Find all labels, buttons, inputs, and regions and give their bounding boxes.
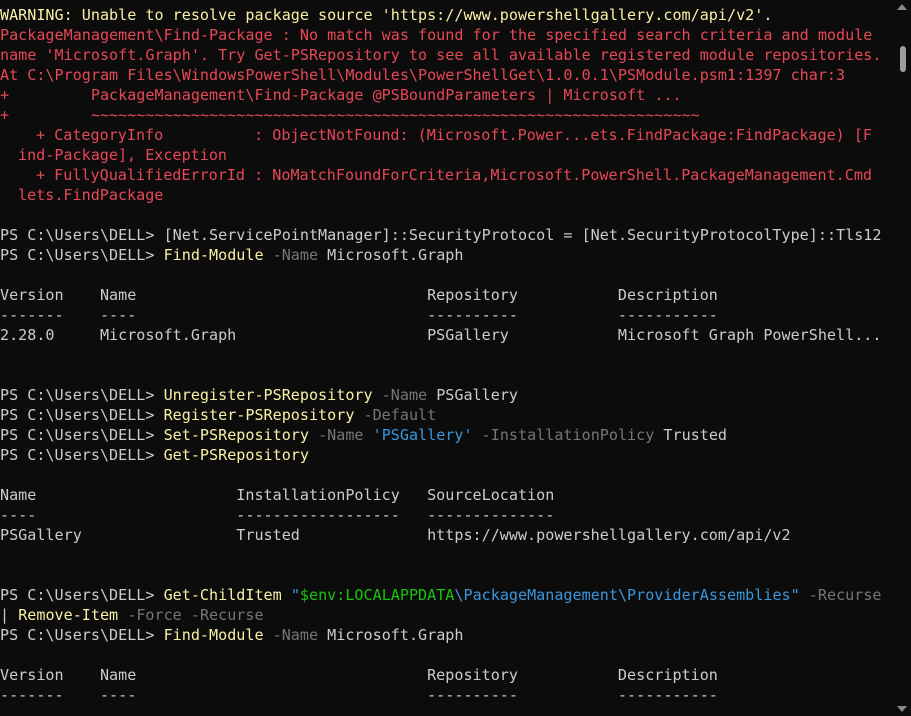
command-line: PS C:\Users\DELL> [Net.ServicePointManag… (0, 225, 895, 245)
command-line: PS C:\Users\DELL> Find-Module -Name Micr… (0, 625, 895, 645)
parameter: -Name (308, 426, 364, 444)
error-line: PackageManagement\Find-Package : No matc… (0, 26, 873, 44)
cmdlet: Get-PSRepository (163, 446, 309, 464)
table-separator: ------- ---- ---------- ----------- (0, 306, 718, 324)
cmdlet: Get-ChildItem (163, 586, 282, 604)
error-category-info: + CategoryInfo : ObjectNotFound: (Micros… (0, 125, 895, 145)
error-category-info-cont: ind-Package], Exception (18, 146, 228, 164)
error-line: At C:\Program Files\WindowsPowerShell\Mo… (0, 66, 846, 84)
command-continuation: | Remove-Item -Force -Recurse (0, 605, 895, 625)
parameter: -Name (372, 386, 428, 404)
cmdlet: Unregister-PSRepository (163, 386, 373, 404)
command-line: PS C:\Users\DELL> Get-PSRepository (0, 445, 895, 465)
command-line: PS C:\Users\DELL> Register-PSRepository … (0, 405, 895, 425)
category-info-text: + CategoryInfo : ObjectNotFound: (Micros… (36, 126, 873, 144)
command-line: PS C:\Users\DELL> Get-ChildItem "$env:LO… (0, 585, 895, 605)
parameter: -Default (354, 406, 437, 424)
warning-line: WARNING: Unable to resolve package sourc… (0, 6, 773, 24)
table-row: PSGallery Trusted https://www.powershell… (0, 526, 791, 544)
prompt: PS C:\Users\DELL> (0, 226, 164, 244)
powershell-terminal-output[interactable]: WARNING: Unable to resolve package sourc… (0, 0, 895, 716)
table-separator: ---- ------------------ -------------- (0, 506, 555, 524)
error-line: + PackageManagement\Find-Package @PSBoun… (0, 86, 682, 104)
parameter: -Name (263, 246, 319, 264)
command-line: PS C:\Users\DELL> Set-PSRepository -Name… (0, 425, 895, 445)
prompt: PS C:\Users\DELL> (0, 426, 164, 444)
command-text: [Net.ServicePointManager]::SecurityProto… (163, 226, 882, 244)
cmdlet: Find-Module (163, 246, 264, 264)
string-quote: " (290, 586, 300, 604)
parameter: -Recurse (181, 606, 264, 624)
error-line: + ~~~~~~~~~~~~~~~~~~~~~~~~~~~~~~~~~~~~~~… (0, 106, 700, 124)
cmdlet: Set-PSRepository (163, 426, 309, 444)
cmdlet: Find-Module (163, 626, 264, 644)
parameter: -Force (118, 606, 182, 624)
table-header: Name InstallationPolicy SourceLocation (0, 486, 555, 504)
prompt: PS C:\Users\DELL> (0, 586, 164, 604)
table-separator: ------- ---- ---------- ----------- (0, 686, 718, 704)
pipe-operator: | (0, 606, 19, 624)
table-header: Version Name Repository Description (0, 666, 718, 684)
scrollbar-thumb[interactable] (900, 46, 906, 72)
prompt: PS C:\Users\DELL> (0, 626, 164, 644)
argument: PSGallery (427, 386, 518, 404)
scroll-down-arrow-icon[interactable] (897, 706, 907, 712)
argument: Trusted (654, 426, 728, 444)
variable: $env:LOCALAPPDATA (299, 586, 455, 604)
prompt: PS C:\Users\DELL> (0, 406, 164, 424)
string-quote: " (790, 586, 800, 604)
fq-error-text: + FullyQualifiedErrorId : NoMatchFoundFo… (36, 166, 873, 184)
argument: Microsoft.Graph (318, 626, 464, 644)
prompt: PS C:\Users\DELL> (0, 446, 164, 464)
cmdlet: Remove-Item (18, 606, 119, 624)
argument: Microsoft.Graph (318, 246, 464, 264)
table-row: 2.28.0 Microsoft.Graph PSGallery Microso… (0, 326, 882, 344)
scroll-up-arrow-icon[interactable] (897, 4, 907, 10)
prompt: PS C:\Users\DELL> (0, 246, 164, 264)
string-path: \PackageManagement\ProviderAssemblies (454, 586, 791, 604)
string-argument: 'PSGallery' (363, 426, 473, 444)
error-fq-id-cont: lets.FindPackage (18, 186, 164, 204)
cmdlet: Register-PSRepository (163, 406, 355, 424)
error-line: name 'Microsoft.Graph'. Try Get-PSReposi… (0, 46, 882, 64)
vertical-scrollbar[interactable] (895, 0, 911, 716)
parameter: -Name (263, 626, 319, 644)
parameter: -Recurse (799, 586, 882, 604)
command-line: PS C:\Users\DELL> Find-Module -Name Micr… (0, 245, 895, 265)
error-fq-id: + FullyQualifiedErrorId : NoMatchFoundFo… (0, 165, 895, 185)
command-line: PS C:\Users\DELL> Unregister-PSRepositor… (0, 385, 895, 405)
table-header: Version Name Repository Description (0, 286, 718, 304)
parameter: -InstallationPolicy (472, 426, 655, 444)
prompt: PS C:\Users\DELL> (0, 386, 164, 404)
